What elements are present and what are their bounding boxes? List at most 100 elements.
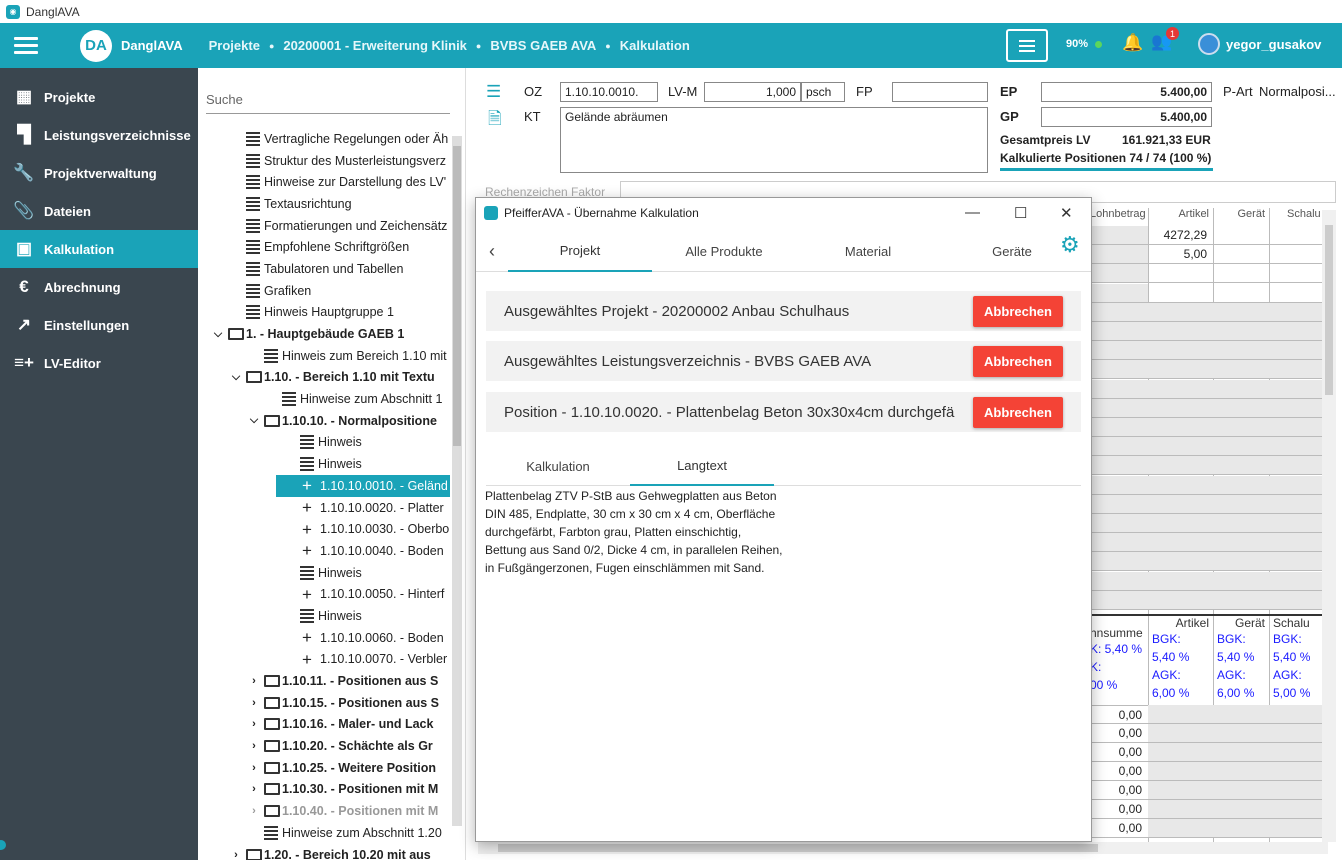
grid-cell-artikel[interactable] xyxy=(1148,341,1213,361)
grid-cell-geraet[interactable] xyxy=(1213,533,1269,553)
breadcrumb-item[interactable]: 20200001 - Erweiterung Klinik xyxy=(283,38,467,53)
grid-cell-geraet[interactable] xyxy=(1213,456,1269,476)
grid-cell[interactable] xyxy=(1269,762,1325,781)
grid-cell[interactable] xyxy=(1090,571,1148,591)
tree-note[interactable]: Hinweis xyxy=(198,432,450,454)
grid-cell-artikel[interactable] xyxy=(1148,322,1213,341)
document-icon[interactable]: 🗎 xyxy=(488,106,502,135)
grid-cell-geraet[interactable] xyxy=(1213,552,1269,572)
lvm-field[interactable]: 1,000 xyxy=(704,82,801,102)
grid-cell[interactable] xyxy=(1269,724,1325,743)
grid-cell-artikel[interactable]: 4272,29 xyxy=(1148,226,1213,245)
grid-cell-schalung[interactable] xyxy=(1269,533,1325,553)
tree-note[interactable]: Hinweis Hauptgruppe 1 xyxy=(198,302,450,324)
hamburger-menu-icon[interactable] xyxy=(14,37,38,54)
grid-cell[interactable] xyxy=(1213,819,1269,838)
tree-note[interactable]: Hinweise zum Abschnitt 1.20 xyxy=(198,822,450,844)
grid-cell-schalung[interactable] xyxy=(1269,494,1325,514)
fp-field[interactable] xyxy=(892,82,988,102)
grid-cell-schalung[interactable] xyxy=(1269,514,1325,533)
grid-cell-artikel[interactable] xyxy=(1148,456,1213,476)
grid-cell[interactable] xyxy=(1090,398,1148,418)
grid-cell[interactable] xyxy=(1269,705,1325,724)
grid-cell[interactable] xyxy=(1090,264,1148,284)
grid-cell-schalung[interactable] xyxy=(1269,456,1325,476)
grid-cell[interactable] xyxy=(1213,800,1269,819)
grid-cell[interactable] xyxy=(1148,705,1213,724)
tree-folder[interactable]: › 1.10.20. - Schächte als Gr xyxy=(198,735,450,757)
grid-cell[interactable] xyxy=(1213,743,1269,762)
grid-cell[interactable] xyxy=(1148,762,1213,781)
breadcrumb-item[interactable]: BVBS GAEB AVA xyxy=(490,38,596,53)
tree-folder[interactable]: › 1.10.30. - Positionen mit M xyxy=(198,779,450,801)
grid-cell-sum[interactable]: 0,00 xyxy=(1090,781,1148,800)
grid-cell-geraet[interactable] xyxy=(1213,571,1269,591)
tree-note[interactable]: Hinweise zum Abschnitt 1 xyxy=(198,388,450,410)
tree-position[interactable]: +1.10.10.0060. - Boden xyxy=(198,627,450,649)
grid-cell-sum[interactable]: 0,00 xyxy=(1090,762,1148,781)
tree-folder[interactable]: ⌵ 1. - Hauptgebäude GAEB 1 xyxy=(198,323,450,345)
grid-cell-schalung[interactable] xyxy=(1269,437,1325,457)
tree-folder[interactable]: › 1.10.40. - Positionen mit M xyxy=(198,800,450,822)
sidebar-item-leistungsverzeichnisse[interactable]: ▜ Leistungsverzeichnisse xyxy=(0,116,198,154)
grid-cell[interactable] xyxy=(1269,781,1325,800)
grid-cell[interactable] xyxy=(1090,533,1148,553)
grid-cell-sum[interactable]: 0,00 xyxy=(1090,819,1148,838)
grid-cell-artikel[interactable] xyxy=(1148,571,1213,591)
grid-cell-artikel[interactable] xyxy=(1148,360,1213,380)
tree-position[interactable]: +1.10.10.0070. - Verbler xyxy=(198,649,450,671)
grid-cell-schalung[interactable] xyxy=(1269,226,1325,245)
tree-note[interactable]: Hinweis xyxy=(198,562,450,584)
grid-cell-geraet[interactable] xyxy=(1213,475,1269,495)
tree-folder[interactable]: ⌵ 1.10.10. - Normalpositione xyxy=(198,410,450,432)
grid-cell[interactable] xyxy=(1090,494,1148,514)
breadcrumb-item[interactable]: Kalkulation xyxy=(620,38,690,53)
grid-cell[interactable] xyxy=(1213,762,1269,781)
grid-cell-geraet[interactable] xyxy=(1213,437,1269,457)
grid-cell-artikel[interactable] xyxy=(1148,590,1213,610)
grid-cell-artikel[interactable] xyxy=(1148,284,1213,303)
main-horizontal-scrollbar[interactable] xyxy=(478,842,1328,854)
grid-cell[interactable] xyxy=(1148,743,1213,762)
tree-note[interactable]: Hinweis xyxy=(198,453,450,475)
grid-cell[interactable] xyxy=(1090,418,1148,437)
grid-cell[interactable] xyxy=(1090,245,1148,265)
sidebar-item-dateien[interactable]: 📎 Dateien xyxy=(0,192,198,230)
grid-cell-artikel[interactable] xyxy=(1148,398,1213,418)
chevron-right-icon[interactable]: › xyxy=(247,762,261,774)
grid-cell-artikel[interactable] xyxy=(1148,379,1213,399)
grid-cell-sum[interactable]: 0,00 xyxy=(1090,705,1148,724)
tree-position[interactable]: +1.10.10.0050. - Hinterf xyxy=(198,583,450,605)
sidebar-item-lv-editor[interactable]: ≡+ LV-Editor xyxy=(0,344,198,382)
grid-cell-geraet[interactable] xyxy=(1213,398,1269,418)
chevron-right-icon[interactable]: › xyxy=(229,849,243,860)
grid-cell[interactable] xyxy=(1090,283,1148,303)
grid-cell-artikel[interactable]: 5,00 xyxy=(1148,245,1213,265)
tree-folder[interactable]: ⌵ 1.10. - Bereich 1.10 mit Textu xyxy=(198,367,450,389)
chevron-right-icon[interactable]: › xyxy=(247,740,261,752)
part-value[interactable]: Normalposi... xyxy=(1259,84,1336,99)
grid-cell[interactable] xyxy=(1269,819,1325,838)
tree-folder[interactable]: › 1.10.11. - Positionen aus S xyxy=(198,670,450,692)
close-icon[interactable]: ✕ xyxy=(1060,204,1073,222)
tree-position[interactable]: +1.10.10.0040. - Boden xyxy=(198,540,450,562)
main-vertical-scrollbar[interactable] xyxy=(1322,210,1336,842)
chevron-down-icon[interactable]: ⌵ xyxy=(247,414,261,427)
tab-langtext[interactable]: Langtext xyxy=(630,446,774,486)
grid-cell-artikel[interactable] xyxy=(1148,475,1213,495)
grid-cell-geraet[interactable] xyxy=(1213,284,1269,303)
grid-cell[interactable] xyxy=(1090,360,1148,380)
grid-cell-schalung[interactable] xyxy=(1269,418,1325,437)
grid-cell-artikel[interactable] xyxy=(1148,494,1213,514)
grid-cell-artikel[interactable] xyxy=(1148,302,1213,322)
grid-cell[interactable] xyxy=(1090,437,1148,457)
grid-cell-schalung[interactable] xyxy=(1269,341,1325,361)
grid-cell[interactable] xyxy=(1269,743,1325,762)
tab-alle-produkte[interactable]: Alle Produkte xyxy=(652,230,796,272)
breadcrumb-item[interactable]: Projekte xyxy=(209,38,260,53)
username[interactable]: yegor_gusakov xyxy=(1226,37,1321,52)
bell-icon[interactable]: 🔔 xyxy=(1122,33,1143,53)
tree-note[interactable]: Hinweis zum Bereich 1.10 mit xyxy=(198,345,450,367)
grid-cell[interactable] xyxy=(1090,475,1148,495)
abort-button[interactable]: Abbrechen xyxy=(973,296,1063,327)
